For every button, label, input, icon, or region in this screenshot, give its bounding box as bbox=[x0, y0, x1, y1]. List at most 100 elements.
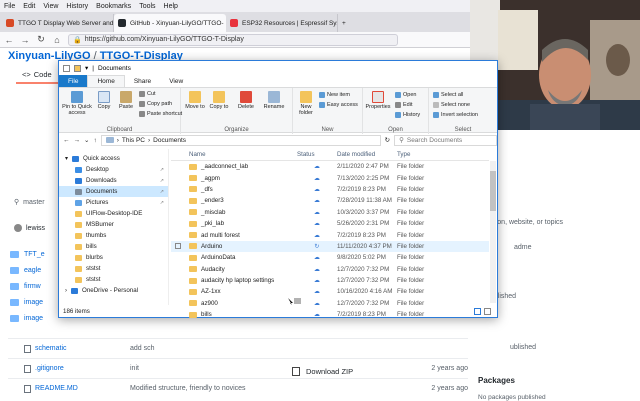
back-arrow-icon[interactable]: ← bbox=[63, 137, 70, 144]
file-name[interactable]: .gitignore bbox=[35, 365, 64, 372]
select-all-button[interactable]: Select all bbox=[433, 92, 463, 98]
nav-item[interactable]: Desktop ↗ bbox=[59, 164, 168, 175]
file-row[interactable]: _aadconnect_lab ☁ 2/11/2020 2:47 PM File fo… bbox=[171, 161, 489, 172]
new-folder-button[interactable]: New folder bbox=[295, 91, 317, 116]
file-name[interactable]: image bbox=[24, 299, 43, 306]
pin-icon[interactable]: ↗ bbox=[160, 200, 164, 206]
file-row[interactable]: _ender3 ☁ 7/28/2019 11:38 AM File folder bbox=[171, 195, 489, 206]
pin-icon[interactable]: ↗ bbox=[160, 189, 164, 195]
chevron-icon[interactable]: ▾ bbox=[65, 155, 68, 162]
quick-access-icon[interactable] bbox=[63, 64, 70, 72]
search-input[interactable]: ⚲ Search Documents bbox=[394, 134, 497, 146]
nav-item[interactable]: ststst bbox=[59, 263, 168, 274]
file-row[interactable]: TFT_e bbox=[10, 246, 50, 262]
column-date-modified[interactable]: Date modified bbox=[337, 151, 397, 158]
new-tab-button[interactable]: + bbox=[338, 14, 354, 32]
pin-icon[interactable]: ↗ bbox=[160, 167, 164, 173]
reload-icon[interactable]: ↻ bbox=[36, 34, 46, 45]
easy-access-button[interactable]: Easy access bbox=[319, 102, 358, 108]
copy-button[interactable]: Copy bbox=[95, 91, 113, 110]
nav-item[interactable]: Documents ↗ bbox=[59, 186, 168, 197]
nav-item[interactable]: bills bbox=[59, 241, 168, 252]
nav-item[interactable]: UIFlow-Desktop-IDE bbox=[59, 208, 168, 219]
file-row[interactable]: ad multi forest ☁ 7/2/2019 8:23 PM File fol… bbox=[171, 229, 489, 240]
file-row[interactable]: eagle bbox=[10, 262, 50, 278]
file-row[interactable]: Arduino ↻ 11/11/2020 4:37 PM File folder bbox=[171, 240, 489, 253]
download-zip-item[interactable]: Download ZIP bbox=[288, 364, 438, 378]
ribbon-tab-view[interactable]: View bbox=[160, 75, 192, 87]
menu-item-file[interactable]: File bbox=[4, 3, 15, 10]
up-arrow-icon[interactable]: ↑ bbox=[93, 137, 96, 144]
home-icon[interactable]: ⌂ bbox=[52, 35, 62, 45]
move-to-button[interactable]: Move to bbox=[185, 91, 205, 110]
file-row[interactable]: firmw bbox=[10, 278, 50, 294]
new-item-button[interactable]: New item bbox=[319, 92, 350, 98]
large-icons-view-icon[interactable] bbox=[484, 307, 491, 315]
column-name[interactable]: Name bbox=[171, 151, 297, 158]
menu-item-history[interactable]: History bbox=[66, 3, 88, 10]
delete-button[interactable]: Delete bbox=[235, 91, 257, 110]
scrollbar-thumb[interactable] bbox=[490, 171, 496, 211]
file-row[interactable]: _pki_lab ☁ 5/26/2020 2:31 PM File folder bbox=[171, 218, 489, 229]
back-arrow-icon[interactable]: ← bbox=[4, 35, 14, 45]
browser-tab[interactable]: TTGO T Display Web Server and× bbox=[2, 14, 114, 32]
branch-selector[interactable]: ⚲ master bbox=[14, 198, 45, 207]
file-name[interactable]: TFT_e bbox=[24, 251, 45, 258]
file-row[interactable]: _dfs ☁ 7/2/2019 8:23 PM File folder bbox=[171, 184, 489, 195]
copy-to-button[interactable]: Copy to bbox=[209, 91, 229, 110]
file-row[interactable]: image bbox=[10, 310, 50, 326]
breadcrumb-this-pc[interactable]: This PC bbox=[122, 137, 145, 144]
pin-icon[interactable]: ↗ bbox=[160, 178, 164, 184]
nav-item[interactable]: thumbs bbox=[59, 230, 168, 241]
details-view-icon[interactable] bbox=[474, 307, 481, 315]
column-status[interactable]: Status bbox=[297, 151, 337, 158]
commit-message[interactable]: add sch bbox=[130, 345, 380, 352]
file-name[interactable]: README.MD bbox=[35, 385, 78, 392]
browser-tab[interactable]: GitHub - Xinyuan-LilyGO/TTGO-× bbox=[114, 14, 226, 32]
nav-item[interactable]: MSBurner bbox=[59, 219, 168, 230]
forward-arrow-icon[interactable]: → bbox=[20, 35, 30, 45]
file-row[interactable]: _misclab ☁ 10/3/2020 3:37 PM File folder bbox=[171, 207, 489, 218]
nav-item[interactable]: blurbs bbox=[59, 252, 168, 263]
forward-arrow-icon[interactable]: → bbox=[74, 137, 81, 144]
recent-dropdown-icon[interactable]: ⌄ bbox=[84, 136, 89, 144]
address-bar[interactable]: › This PC › Documents bbox=[100, 134, 381, 146]
chevron-icon[interactable]: › bbox=[65, 288, 67, 294]
file-row[interactable]: Audacity ☁ 12/7/2020 7:32 PM File folder bbox=[171, 264, 489, 275]
menu-item-view[interactable]: View bbox=[43, 3, 58, 10]
nav-item[interactable]: Downloads ↗ bbox=[59, 175, 168, 186]
file-row[interactable]: AZ-1xx ☁ 10/16/2020 4:16 AM File folder bbox=[171, 286, 489, 297]
copy-path-button[interactable]: Copy path bbox=[139, 101, 172, 107]
file-name[interactable]: schematic bbox=[35, 345, 67, 352]
tab-code[interactable]: <> Code bbox=[22, 70, 52, 79]
nav-item[interactable]: › OneDrive - Personal bbox=[59, 285, 168, 296]
menu-item-tools[interactable]: Tools bbox=[139, 3, 155, 10]
edit-button[interactable]: Edit bbox=[395, 102, 412, 108]
url-bar[interactable]: 🔒 https://github.com/Xinyuan-LilyGO/TTGO… bbox=[68, 33, 398, 46]
rename-button[interactable]: Rename bbox=[261, 91, 287, 110]
checkbox[interactable] bbox=[175, 243, 181, 250]
paste-shortcut-button[interactable]: Paste shortcut bbox=[139, 111, 182, 117]
ribbon-tab-share[interactable]: Share bbox=[125, 75, 160, 87]
open-button[interactable]: Open bbox=[395, 92, 416, 98]
file-row[interactable]: schematic add sch bbox=[8, 338, 468, 358]
file-name[interactable]: eagle bbox=[24, 267, 41, 274]
nav-item[interactable]: ▾ Quick access bbox=[59, 153, 168, 164]
nav-item[interactable]: Pictures ↗ bbox=[59, 197, 168, 208]
menu-item-edit[interactable]: Edit bbox=[23, 3, 35, 10]
file-row[interactable]: audacity hp laptop settings ☁ 12/7/2020 7:… bbox=[171, 275, 489, 286]
file-name[interactable]: firmw bbox=[24, 283, 41, 290]
dropdown-icon[interactable]: ▾ bbox=[85, 64, 88, 72]
file-row[interactable]: image bbox=[10, 294, 50, 310]
menu-item-help[interactable]: Help bbox=[164, 3, 178, 10]
file-row[interactable]: _agpm ☁ 7/13/2020 2:25 PM File folder bbox=[171, 172, 489, 183]
ribbon-tab-file[interactable]: File bbox=[59, 75, 88, 87]
breadcrumb-documents[interactable]: Documents bbox=[153, 137, 186, 144]
history-button[interactable]: History bbox=[395, 112, 420, 118]
nav-item[interactable]: ststst bbox=[59, 274, 168, 285]
file-name[interactable]: image bbox=[24, 315, 43, 322]
select-none-button[interactable]: Select none bbox=[433, 102, 470, 108]
commit-message[interactable]: Modified structure, friendly to novices bbox=[130, 385, 380, 392]
refresh-icon[interactable]: ↻ bbox=[385, 136, 390, 144]
column-type[interactable]: Type bbox=[397, 151, 467, 158]
